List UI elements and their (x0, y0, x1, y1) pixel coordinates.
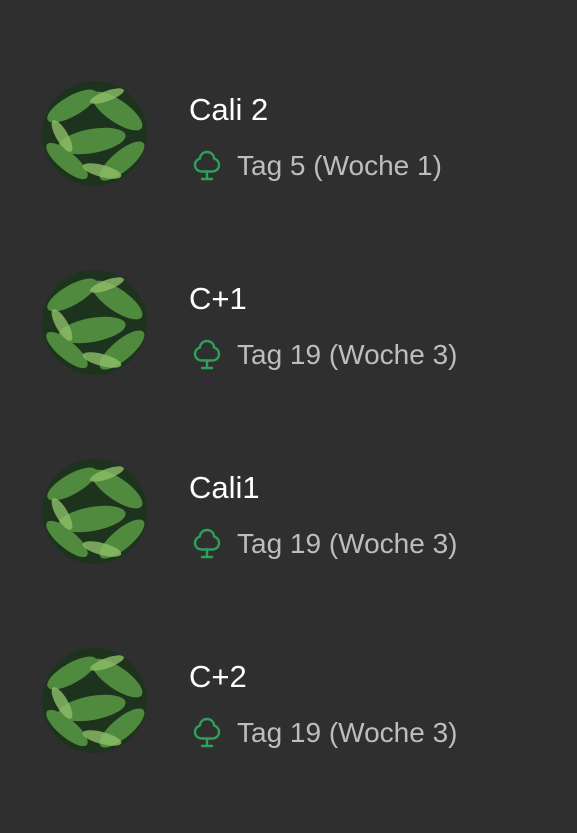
list-item[interactable]: Cali 2 Tag 5 (Woche 1) (0, 40, 577, 229)
list-item[interactable]: Cali1 Tag 19 (Woche 3) (0, 418, 577, 607)
tree-icon (189, 526, 225, 562)
tree-icon (189, 148, 225, 184)
item-subtitle: Tag 19 (Woche 3) (237, 717, 458, 748)
fern-leaves-image (42, 270, 147, 375)
fern-leaves-image (42, 81, 147, 186)
item-status: Tag 5 (Woche 1) (189, 146, 442, 186)
list-item[interactable]: C+1 Tag 19 (Woche 3) (0, 229, 577, 418)
item-title: Cali1 (189, 470, 260, 505)
item-title: C+2 (189, 659, 247, 694)
fern-leaves-image (42, 648, 147, 753)
avatar (42, 81, 147, 186)
avatar (42, 648, 147, 753)
item-status: Tag 19 (Woche 3) (189, 713, 458, 753)
plan-list: Cali 2 Tag 5 (Woche 1) C+1 Tag 19 (Woche… (0, 0, 577, 833)
item-subtitle: Tag 19 (Woche 3) (237, 528, 458, 559)
fern-leaves-image (42, 459, 147, 564)
item-title: Cali 2 (189, 92, 269, 127)
tree-icon (189, 337, 225, 373)
item-title: C+1 (189, 281, 247, 316)
item-status: Tag 19 (Woche 3) (189, 524, 458, 564)
avatar (42, 270, 147, 375)
avatar (42, 459, 147, 564)
list-item[interactable]: C+2 Tag 19 (Woche 3) (0, 607, 577, 796)
item-subtitle: Tag 5 (Woche 1) (237, 150, 442, 181)
item-subtitle: Tag 19 (Woche 3) (237, 339, 458, 370)
tree-icon (189, 715, 225, 751)
item-status: Tag 19 (Woche 3) (189, 335, 458, 375)
